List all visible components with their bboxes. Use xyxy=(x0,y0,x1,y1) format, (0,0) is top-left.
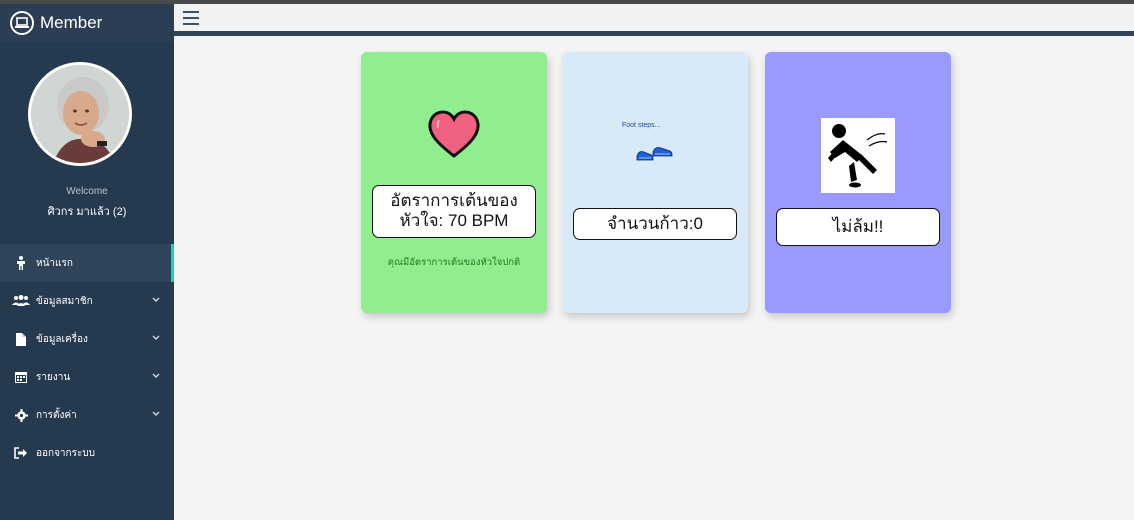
heart-icon xyxy=(428,110,480,158)
shoes-icon xyxy=(636,147,673,161)
laptop-icon xyxy=(10,11,34,35)
heart-status-link[interactable]: คุณมีอัตราการเต้นของหัวใจปกติ xyxy=(361,255,547,270)
user-name: ศิวกร มาแล้ว (2) xyxy=(47,206,127,218)
steps-card: Foot steps... จำนวนก้าว:0 xyxy=(562,52,748,313)
sidebar: Member Welcome ศิวกร มาแล้ว (2) หน้าแรก xyxy=(0,4,174,520)
sidebar-item-home[interactable]: หน้าแรก xyxy=(0,244,174,282)
heart-rate-value: อัตราการเต้นของ หัวใจ: 70 BPM xyxy=(372,185,536,238)
brand[interactable]: Member xyxy=(0,4,174,42)
users-icon xyxy=(12,295,30,307)
sidebar-item-members[interactable]: ข้อมูลสมาชิก xyxy=(0,282,174,320)
top-header xyxy=(174,4,1134,36)
sidebar-item-devices[interactable]: ข้อมูลเครื่อง xyxy=(0,320,174,358)
welcome-text: Welcome xyxy=(66,186,108,197)
heart-rate-line-1: อัตราการเต้นของ xyxy=(390,191,518,210)
steps-count: จำนวนก้าว:0 xyxy=(573,208,737,240)
menu-icon[interactable] xyxy=(183,11,199,25)
fall-status: ไม่ล้ม!! xyxy=(776,208,940,246)
sidebar-item-reports[interactable]: รายงาน xyxy=(0,358,174,396)
heart-rate-line-2: หัวใจ: 70 BPM xyxy=(399,211,509,230)
calendar-icon xyxy=(12,371,30,383)
heart-rate-card: อัตราการเต้นของ หัวใจ: 70 BPM คุณมีอัตรา… xyxy=(361,52,547,313)
brand-title: Member xyxy=(40,13,103,32)
file-icon xyxy=(12,332,30,346)
sidebar-nav: หน้าแรก ข้อมูลสมาชิก ข้อมูลเครื่อง รายงา… xyxy=(0,244,174,472)
sidebar-item-settings[interactable]: การตั้งค่า xyxy=(0,396,174,434)
sidebar-item-label: ออกจากระบบ xyxy=(36,447,96,459)
chevron-down-icon xyxy=(152,295,160,306)
gear-icon xyxy=(12,408,30,422)
fall-image xyxy=(821,118,895,193)
chevron-down-icon xyxy=(152,409,160,420)
falling-person-icon xyxy=(828,124,888,188)
sidebar-item-logout[interactable]: ออกจากระบบ xyxy=(0,434,174,472)
person-icon xyxy=(12,256,30,270)
chevron-down-icon xyxy=(152,333,160,344)
avatar xyxy=(28,62,132,166)
steps-caption: Foot steps... xyxy=(622,122,661,129)
chevron-down-icon xyxy=(152,371,160,382)
sidebar-item-label: หน้าแรก xyxy=(36,257,73,269)
sign-out-icon xyxy=(12,447,30,459)
fall-status-card: ไม่ล้ม!! xyxy=(765,52,951,313)
